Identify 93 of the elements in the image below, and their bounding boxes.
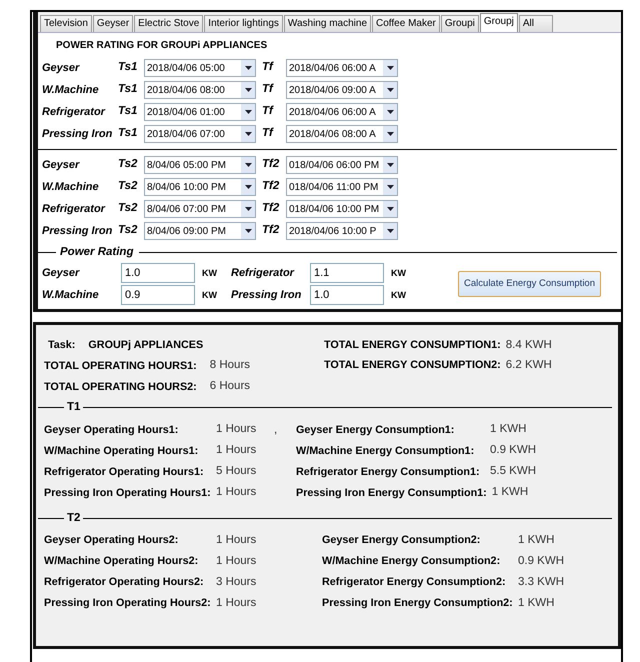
unit-label: KW xyxy=(201,266,218,280)
time-label: Ts1 xyxy=(118,126,138,142)
hours-value: 3 Hours xyxy=(216,574,256,590)
separator-mark: , xyxy=(274,422,278,438)
appliance-label: Geyser xyxy=(42,158,81,173)
energy-value: 0.9 KWH xyxy=(490,443,536,458)
time-label: Ts1 xyxy=(118,60,138,76)
energy-value: 3.3 KWH xyxy=(518,574,564,590)
appliance-label: W.Machine xyxy=(42,82,100,98)
appliance-label: Pressing Iron xyxy=(231,288,302,303)
hours-label: Geyser Operating Hours1: xyxy=(44,422,180,438)
time-label: Ts2 xyxy=(118,179,138,194)
time-label: Ts2 xyxy=(118,201,138,216)
tab[interactable]: Television xyxy=(40,15,92,32)
time-label: Tf xyxy=(262,126,275,142)
appliance-label: Pressing Iron xyxy=(42,126,114,142)
tab[interactable]: Groupj xyxy=(480,13,518,32)
tab[interactable]: Electric Stove xyxy=(134,15,204,32)
time-label: Ts1 xyxy=(118,104,138,120)
energy-value: 5.5 KWH xyxy=(490,464,536,480)
appliance-label: Refrigerator xyxy=(42,202,106,217)
appliance-label: Geyser xyxy=(42,266,81,281)
group-legend: T2 xyxy=(67,510,80,527)
energy-value: 1 KWH xyxy=(490,422,526,438)
energy-value: 1 KWH xyxy=(518,596,554,611)
energy-label: W/Machine Energy Consumption1: xyxy=(296,444,476,459)
energy-value: 0.9 KWH xyxy=(518,554,564,569)
time-label: Tf2 xyxy=(262,179,280,194)
energy-value: 1 KWH xyxy=(492,485,528,500)
hours-value: 1 Hours xyxy=(216,532,256,548)
hours-label: Refrigerator Operating Hours1: xyxy=(44,464,205,480)
rating-input[interactable]: 1.0 xyxy=(310,285,384,306)
appliance-label: W.Machine xyxy=(42,288,100,303)
total-value: 8.4 KWH xyxy=(506,338,552,353)
hours-value: 5 Hours xyxy=(216,464,256,480)
time-label: Tf2 xyxy=(262,157,280,172)
appliance-label: Refrigerator xyxy=(231,266,296,281)
time-label: Tf xyxy=(262,104,275,120)
total-value: 8 Hours xyxy=(210,358,250,374)
group-legend: T1 xyxy=(67,399,80,416)
total-label: TOTAL ENERGY CONSUMPTION1: xyxy=(324,338,502,354)
section-title: POWER RATING FOR GROUPi APPLIANCES xyxy=(55,39,268,53)
hours-value: 1 Hours xyxy=(216,443,256,458)
tab[interactable]: Geyser xyxy=(92,15,134,32)
tab[interactable]: All xyxy=(518,15,554,32)
appliance-label: W.Machine xyxy=(42,180,100,195)
time-label: Ts1 xyxy=(118,82,138,98)
time-label: Ts2 xyxy=(118,157,138,172)
hours-label: Pressing Iron Operating Hours2: xyxy=(44,596,212,612)
rating-input[interactable]: 1.1 xyxy=(310,263,384,284)
hours-label: Refrigerator Operating Hours2: xyxy=(44,575,205,590)
unit-label: KW xyxy=(390,266,407,280)
total-label: TOTAL ENERGY CONSUMPTION2: xyxy=(324,358,502,374)
energy-label: Pressing Iron Energy Consumption1: xyxy=(296,486,488,501)
total-label: TOTAL OPERATING HOURS1: xyxy=(44,358,198,374)
hours-label: W/Machine Operating Hours1: xyxy=(44,444,200,459)
total-value: 6.2 KWH xyxy=(506,358,552,373)
time-label: Tf xyxy=(262,82,275,98)
task-label: Task: xyxy=(48,338,76,354)
total-value: 6 Hours xyxy=(210,379,250,394)
appliance-label: Refrigerator xyxy=(42,104,106,120)
tab[interactable]: Washing machine xyxy=(284,15,372,32)
task-value: GROUPj APPLIANCES xyxy=(88,338,204,354)
energy-label: Geyser Energy Consumption2: xyxy=(322,533,482,548)
energy-value: 1 KWH xyxy=(518,532,554,548)
hours-value: 1 Hours xyxy=(216,422,256,438)
hours-label: W/Machine Operating Hours2: xyxy=(44,554,200,570)
time-label: Tf xyxy=(262,60,275,76)
rating-input[interactable]: 0.9 xyxy=(121,285,195,306)
energy-label: Refrigerator Energy Consumption1: xyxy=(296,464,481,480)
tab[interactable]: Coffee Maker xyxy=(372,15,440,32)
tab[interactable]: Groupi xyxy=(440,15,479,32)
time-label: Tf2 xyxy=(262,223,280,238)
time-label: Ts2 xyxy=(118,223,138,238)
appliance-label: Geyser xyxy=(42,60,81,76)
hours-value: 1 Hours xyxy=(216,554,256,569)
total-label: TOTAL OPERATING HOURS2: xyxy=(44,380,198,395)
rating-input[interactable]: 1.0 xyxy=(121,263,195,284)
hours-value: 1 Hours xyxy=(216,485,256,500)
energy-label: Refrigerator Energy Consumption2: xyxy=(322,575,507,590)
hours-label: Geyser Operating Hours2: xyxy=(44,533,180,548)
tab[interactable]: Interior lightings xyxy=(204,15,283,32)
unit-label: KW xyxy=(201,288,218,302)
energy-label: W/Machine Energy Consumption2: xyxy=(322,554,502,570)
group-legend: Power Rating xyxy=(60,244,134,262)
unit-label: KW xyxy=(390,288,407,302)
energy-label: Geyser Energy Consumption1: xyxy=(296,422,456,438)
energy-label: Pressing Iron Energy Consumption2: xyxy=(322,596,514,612)
calculate-button[interactable]: Calculate Energy Consumption xyxy=(458,271,601,298)
time-label: Tf2 xyxy=(262,201,280,216)
appliance-label: Pressing Iron xyxy=(42,224,114,239)
hours-label: Pressing Iron Operating Hours1: xyxy=(44,486,212,501)
hours-value: 1 Hours xyxy=(216,596,256,611)
